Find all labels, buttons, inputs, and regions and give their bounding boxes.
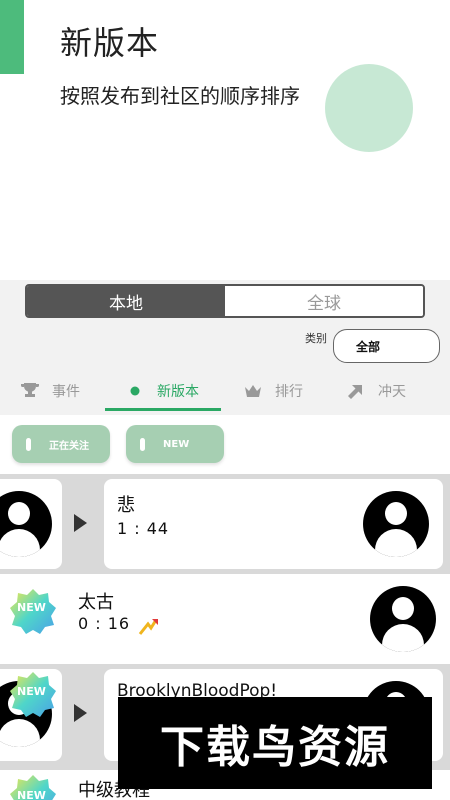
chip-new-label: NEW xyxy=(163,438,190,450)
chip-pill-icon xyxy=(26,437,31,451)
crown-icon xyxy=(243,381,263,401)
author-avatar[interactable] xyxy=(363,491,429,557)
tab-new-version-label: 新版本 xyxy=(157,384,199,400)
chip-pill-icon xyxy=(140,437,145,451)
arrow-up-right-icon xyxy=(346,381,366,401)
post-title: 悲 xyxy=(117,495,135,516)
list-item-avatar-card[interactable] xyxy=(0,479,62,569)
new-badge-label: NEW xyxy=(17,685,46,698)
category-label: 类别 xyxy=(305,332,327,345)
accent-bar xyxy=(0,0,24,74)
play-icon[interactable] xyxy=(74,514,87,532)
list-item-avatar-card[interactable]: NEW xyxy=(0,669,62,761)
segment-global[interactable]: 全球 xyxy=(225,286,423,316)
page-title: 新版本 xyxy=(60,24,160,62)
tab-soaring-label: 冲天 xyxy=(378,384,406,400)
active-tab-indicator xyxy=(105,408,221,411)
post-duration: 1 : 44 xyxy=(117,519,170,538)
avatar xyxy=(0,491,52,557)
chip-following-label: 正在关注 xyxy=(49,440,89,452)
tab-new-version[interactable]: 新版本 xyxy=(125,376,199,406)
new-badge-label: NEW xyxy=(17,601,46,614)
list-item[interactable]: 悲 1 : 44 xyxy=(104,479,443,569)
page-subtitle: 按照发布到社区的顺序排序 xyxy=(60,84,300,108)
tab-ranking[interactable]: 排行 xyxy=(243,376,303,406)
list-item[interactable]: NEW 太古 0 : 16 xyxy=(0,574,450,664)
category-select[interactable]: 全部 xyxy=(333,329,440,363)
tutorial-focus-circle xyxy=(325,64,413,152)
region-segmented-control: 本地 全球 xyxy=(25,284,425,318)
trending-arrow-icon xyxy=(138,619,158,635)
watermark: 下载鸟资源 xyxy=(118,697,432,789)
trophy-icon xyxy=(20,381,40,401)
tab-soaring[interactable]: 冲天 xyxy=(346,376,406,406)
chip-following[interactable]: 正在关注 xyxy=(12,425,110,463)
post-title: 太古 xyxy=(78,592,114,613)
new-badge-label: NEW xyxy=(17,789,46,800)
chip-new[interactable]: NEW xyxy=(126,425,224,463)
tab-events[interactable]: 事件 xyxy=(20,376,80,406)
tab-events-label: 事件 xyxy=(52,384,80,400)
tab-ranking-label: 排行 xyxy=(275,384,303,400)
post-duration: 0 : 16 xyxy=(78,614,131,633)
segment-local[interactable]: 本地 xyxy=(27,286,225,316)
dot-icon xyxy=(125,381,145,401)
play-icon[interactable] xyxy=(74,704,87,722)
author-avatar[interactable] xyxy=(370,586,436,652)
